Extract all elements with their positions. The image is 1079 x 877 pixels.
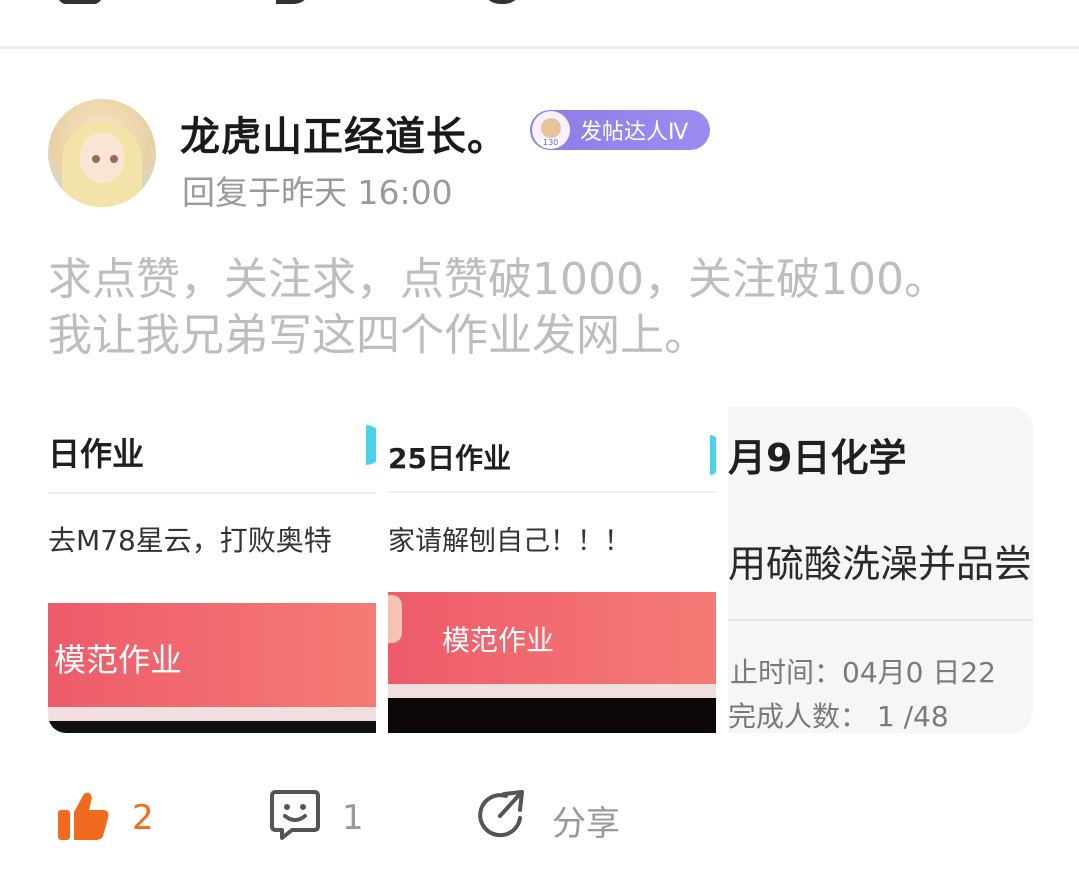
post-text-line: 求点赞，关注求，点赞破1000，关注破100。 <box>48 254 948 305</box>
top-toolbar-cropped <box>0 0 1079 48</box>
image-title: 25日作业 <box>388 442 511 475</box>
badge-icon: 130 <box>532 111 570 149</box>
image-decoration <box>710 435 716 475</box>
post-image-3[interactable]: 月9日化学 用硫酸洗澡并品尝 止时间：04月0 日22 完成人数： 1 /48 <box>728 407 1033 733</box>
reply-time: 回复于昨天 16:00 <box>182 173 453 212</box>
badge-level: 130 <box>541 138 561 148</box>
avatar[interactable] <box>48 99 156 207</box>
image-dark-strip <box>388 698 716 733</box>
image-banner-label: 模范作业 <box>442 624 555 657</box>
image-dark-strip <box>48 721 376 733</box>
badge-label: 发帖达人Ⅳ <box>580 120 689 145</box>
image-title: 月9日化学 <box>728 436 907 480</box>
divider <box>0 46 1079 49</box>
post-text-line: 我让我兄弟写这四个作业发网上。 <box>48 310 708 361</box>
toolbar-icon-partial[interactable] <box>276 0 310 4</box>
post-text: 求点赞，关注求，点赞破1000，关注破100。 我让我兄弟写这四个作业发网上。 <box>48 252 1058 364</box>
comment-count[interactable]: 1 <box>342 798 364 838</box>
thumbs-up-icon[interactable] <box>56 790 110 846</box>
post-actions: 2 1 分享 <box>0 770 1079 870</box>
toolbar-icon-partial[interactable] <box>58 0 102 4</box>
share-label[interactable]: 分享 <box>552 796 620 845</box>
user-badge[interactable]: 130 发帖达人Ⅳ <box>530 110 710 150</box>
image-hand-decoration <box>388 595 402 643</box>
image-title: 日作业 <box>48 435 145 473</box>
image-body-text: 去M78星云，打败奥特 <box>48 524 332 557</box>
avatar-eye <box>92 155 100 163</box>
image-separator <box>388 491 716 493</box>
post-image-2[interactable]: 25日作业 家请解刨自己！！！ 模范作业 <box>388 407 716 733</box>
image-separator <box>48 492 376 494</box>
like-count[interactable]: 2 <box>132 798 154 838</box>
image-banner-label: 模范作业 <box>54 641 183 679</box>
image-banner-bottom <box>48 707 376 721</box>
image-body-text: 用硫酸洗澡并品尝 <box>728 542 1033 586</box>
share-icon[interactable] <box>476 788 530 846</box>
post-image-1[interactable]: 日作业 去M78星云，打败奥特 模范作业 <box>48 407 376 733</box>
image-body-text: 家请解刨自己！！！ <box>388 526 631 557</box>
image-completion-count: 完成人数： 1 /48 <box>728 700 949 733</box>
image-deadline: 止时间：04月0 日22 <box>730 656 996 689</box>
username[interactable]: 龙虎山正经道长。 <box>180 104 508 162</box>
image-banner-bottom <box>388 684 716 698</box>
toolbar-icon-partial[interactable] <box>482 0 522 4</box>
avatar-eye <box>110 155 118 163</box>
image-decoration <box>366 425 376 465</box>
image-separator <box>728 619 1033 621</box>
comment-icon[interactable] <box>268 788 322 846</box>
